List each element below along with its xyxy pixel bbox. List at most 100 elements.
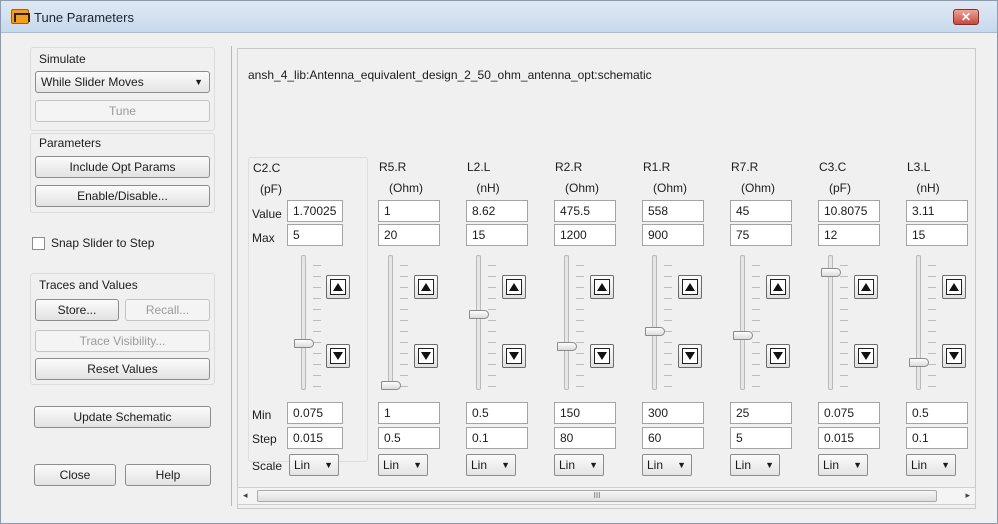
value-field[interactable]: 3.11 xyxy=(906,200,968,222)
slider-thumb[interactable] xyxy=(381,381,401,390)
increment-button[interactable] xyxy=(414,275,438,299)
max-field[interactable]: 5 xyxy=(287,224,343,246)
max-field[interactable]: 20 xyxy=(378,224,440,246)
max-field[interactable]: 75 xyxy=(730,224,792,246)
min-field[interactable]: 150 xyxy=(554,402,616,424)
scale-dropdown[interactable]: Lin ▼ xyxy=(818,454,868,476)
step-field[interactable]: 0.1 xyxy=(466,427,528,449)
scale-dropdown[interactable]: Lin ▼ xyxy=(642,454,692,476)
arrow-down-icon xyxy=(949,352,959,360)
param-slider[interactable] xyxy=(476,255,481,390)
param-slider[interactable] xyxy=(301,255,306,390)
increment-button[interactable] xyxy=(766,275,790,299)
snap-slider-label: Snap Slider to Step xyxy=(51,236,155,250)
trace-visibility-button[interactable]: Trace Visibility... xyxy=(35,330,210,352)
panel-splitter[interactable] xyxy=(231,46,233,506)
min-field[interactable]: 0.075 xyxy=(818,402,880,424)
include-opt-params-button[interactable]: Include Opt Params xyxy=(35,156,210,178)
increment-button[interactable] xyxy=(678,275,702,299)
recall-button[interactable]: Recall... xyxy=(125,299,210,321)
decrement-button[interactable] xyxy=(502,344,526,368)
min-field[interactable]: 25 xyxy=(730,402,792,424)
help-button[interactable]: Help xyxy=(125,464,211,486)
enable-disable-button[interactable]: Enable/Disable... xyxy=(35,185,210,207)
arrow-up-icon xyxy=(773,283,783,291)
value-field[interactable]: 475.5 xyxy=(554,200,616,222)
scale-dropdown[interactable]: Lin ▼ xyxy=(289,454,339,476)
close-button[interactable]: Close xyxy=(34,464,116,486)
step-field[interactable]: 5 xyxy=(730,427,792,449)
value-field[interactable]: 1 xyxy=(378,200,440,222)
tune-button[interactable]: Tune xyxy=(35,100,210,122)
increment-button[interactable] xyxy=(502,275,526,299)
param-unit: (nH) xyxy=(476,181,500,195)
min-field[interactable]: 0.5 xyxy=(466,402,528,424)
max-field[interactable]: 1200 xyxy=(554,224,616,246)
step-field[interactable]: 60 xyxy=(642,427,704,449)
min-field[interactable]: 1 xyxy=(378,402,440,424)
chevron-down-icon: ▼ xyxy=(501,460,510,470)
value-field[interactable]: 558 xyxy=(642,200,704,222)
param-slider[interactable] xyxy=(388,255,393,390)
slider-thumb[interactable] xyxy=(733,330,753,340)
value-field[interactable]: 45 xyxy=(730,200,792,222)
update-schematic-button[interactable]: Update Schematic xyxy=(34,406,211,428)
decrement-button[interactable] xyxy=(766,344,790,368)
slider-thumb[interactable] xyxy=(469,310,489,320)
simulate-mode-dropdown[interactable]: While Slider Moves ▼ xyxy=(35,71,210,93)
param-unit: (Ohm) xyxy=(741,181,775,195)
slider-thumb[interactable] xyxy=(557,341,577,351)
value-field[interactable]: 1.70025 xyxy=(287,200,343,222)
step-field[interactable]: 0.5 xyxy=(378,427,440,449)
decrement-button[interactable] xyxy=(590,344,614,368)
min-field[interactable]: 0.5 xyxy=(906,402,968,424)
reset-values-button[interactable]: Reset Values xyxy=(35,358,210,380)
slider-thumb[interactable] xyxy=(909,358,929,368)
max-field[interactable]: 15 xyxy=(906,224,968,246)
slider-thumb[interactable] xyxy=(294,339,314,349)
value-field[interactable]: 10.8075 xyxy=(818,200,880,222)
close-window-button[interactable]: ✕ xyxy=(953,9,979,25)
value-field[interactable]: 8.62 xyxy=(466,200,528,222)
slider-thumb[interactable] xyxy=(821,267,841,277)
increment-button[interactable] xyxy=(590,275,614,299)
decrement-button[interactable] xyxy=(678,344,702,368)
step-field[interactable]: 0.1 xyxy=(906,427,968,449)
scale-dropdown[interactable]: Lin ▼ xyxy=(378,454,428,476)
store-button[interactable]: Store... xyxy=(35,299,119,321)
param-unit: (Ohm) xyxy=(653,181,687,195)
increment-button[interactable] xyxy=(326,275,350,299)
step-field[interactable]: 0.015 xyxy=(287,427,343,449)
param-slider[interactable] xyxy=(652,255,657,390)
param-slider[interactable] xyxy=(740,255,745,390)
max-field[interactable]: 900 xyxy=(642,224,704,246)
step-field[interactable]: 80 xyxy=(554,427,616,449)
increment-button[interactable] xyxy=(942,275,966,299)
decrement-button[interactable] xyxy=(854,344,878,368)
slider-thumb[interactable] xyxy=(645,326,665,336)
max-field[interactable]: 15 xyxy=(466,224,528,246)
scale-dropdown[interactable]: Lin ▼ xyxy=(906,454,956,476)
scroll-left-icon[interactable]: ◂ xyxy=(243,490,248,501)
arrow-down-icon xyxy=(773,352,783,360)
param-slider[interactable] xyxy=(564,255,569,390)
decrement-button[interactable] xyxy=(414,344,438,368)
increment-button[interactable] xyxy=(854,275,878,299)
scale-dropdown[interactable]: Lin ▼ xyxy=(554,454,604,476)
decrement-button[interactable] xyxy=(326,344,350,368)
min-field[interactable]: 300 xyxy=(642,402,704,424)
slider-ticks xyxy=(752,255,760,390)
param-name: L2.L xyxy=(467,160,491,174)
scroll-right-icon[interactable]: ▸ xyxy=(965,490,970,501)
snap-slider-checkbox[interactable] xyxy=(32,237,45,250)
step-field[interactable]: 0.015 xyxy=(818,427,880,449)
horizontal-scrollbar[interactable]: ◂ III ▸ xyxy=(237,487,976,505)
arrow-down-icon xyxy=(597,352,607,360)
max-field[interactable]: 12 xyxy=(818,224,880,246)
param-slider[interactable] xyxy=(916,255,921,390)
min-field[interactable]: 0.075 xyxy=(287,402,343,424)
scrollbar-thumb[interactable]: III xyxy=(257,490,937,502)
scale-dropdown[interactable]: Lin ▼ xyxy=(730,454,780,476)
scale-dropdown[interactable]: Lin ▼ xyxy=(466,454,516,476)
decrement-button[interactable] xyxy=(942,344,966,368)
